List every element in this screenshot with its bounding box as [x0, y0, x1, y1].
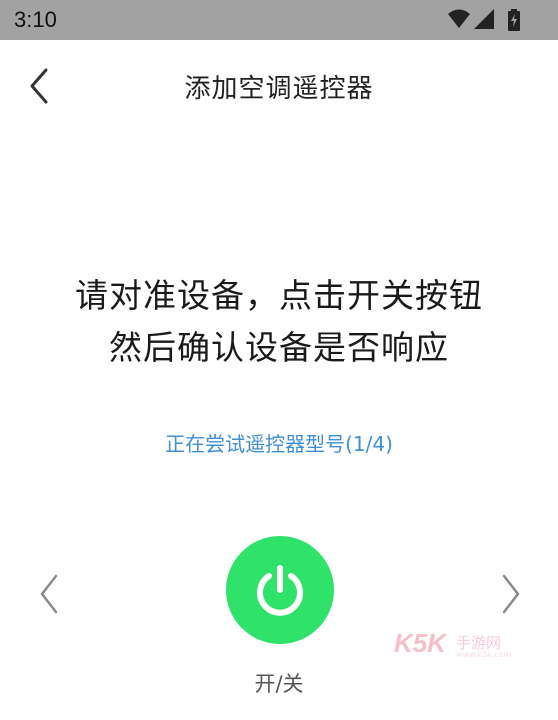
watermark-url: www.k5k.com — [456, 650, 512, 659]
power-icon — [257, 565, 303, 616]
power-label: 开/关 — [254, 672, 304, 696]
next-model-button[interactable] — [496, 570, 526, 618]
status-bar: 3:10 — [0, 0, 558, 40]
chevron-right-icon — [502, 574, 520, 614]
watermark-brand: K5K — [394, 628, 447, 658]
power-button[interactable] — [226, 536, 334, 644]
status-time: 3:10 — [14, 7, 57, 32]
chevron-left-icon — [40, 574, 58, 614]
prev-model-button[interactable] — [34, 570, 64, 618]
header: 添加空调遥控器 — [0, 40, 558, 136]
model-status-text: 正在尝试遥控器型号(1/4) — [165, 432, 393, 456]
watermark-logo: K5K 手游网 www.k5k.com — [394, 628, 534, 662]
instruction-line-2: 然后确认设备是否响应 — [109, 328, 449, 367]
wifi-icon — [448, 9, 470, 28]
cellular-signal-icon — [474, 9, 494, 29]
battery-icon — [508, 9, 520, 31]
instruction-text: 请对准设备，点击开关按钮 然后确认设备是否响应 — [0, 270, 558, 374]
instruction-line-1: 请对准设备，点击开关按钮 — [75, 276, 483, 315]
page-title: 添加空调遥控器 — [184, 74, 374, 104]
